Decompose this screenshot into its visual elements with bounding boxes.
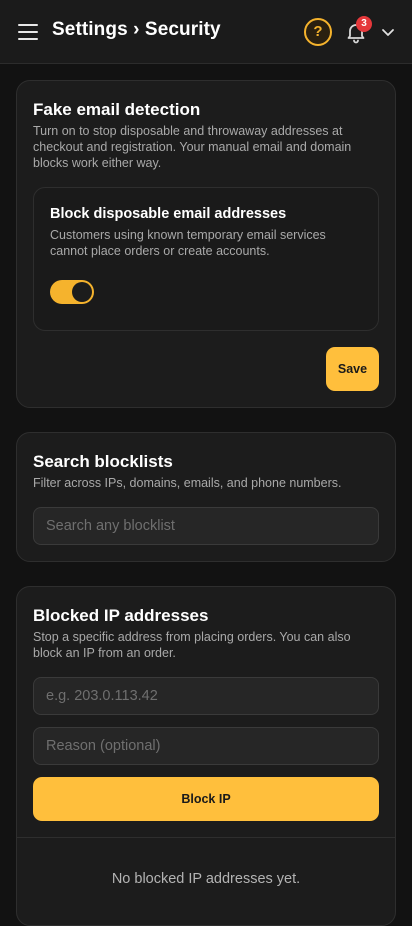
card-description: Turn on to stop disposable and throwaway… — [33, 124, 352, 170]
save-button[interactable]: Save — [326, 347, 379, 391]
disposable-email-toggle[interactable] — [50, 280, 94, 304]
card-title: Blocked IP addresses — [33, 606, 209, 625]
top-bar: Settings › Security ? 3 — [0, 0, 412, 64]
setting-description: Customers using known temporary email se… — [50, 228, 326, 258]
search-blocklists-card: Search blocklists Filter across IPs, dom… — [16, 432, 396, 562]
card-title: Search blocklists — [33, 452, 173, 471]
toggle-knob — [72, 282, 92, 302]
page-title: Settings › Security — [52, 19, 221, 40]
help-icon[interactable]: ? — [304, 18, 332, 46]
chevron-down-icon[interactable] — [380, 24, 396, 40]
fake-email-card: Fake email detection Turn on to stop dis… — [16, 80, 396, 408]
menu-icon[interactable] — [18, 23, 38, 41]
reason-input[interactable]: Reason (optional) — [33, 727, 379, 765]
card-description: Stop a specific address from placing ord… — [33, 630, 351, 660]
empty-state: No blocked IP addresses yet. — [111, 871, 301, 887]
blocked-ip-card: Blocked IP addresses Stop a specific add… — [16, 586, 396, 926]
ip-address-input[interactable]: e.g. 203.0.113.42 — [33, 677, 379, 715]
setting-title: Block disposable email addresses — [50, 206, 287, 222]
search-input[interactable]: Search any blocklist — [33, 507, 379, 545]
notification-badge: 3 — [356, 16, 372, 32]
disposable-email-setting: Block disposable email addresses Custome… — [33, 187, 379, 331]
card-description: Filter across IPs, domains, emails, and … — [33, 476, 342, 490]
divider — [17, 837, 395, 838]
card-title: Fake email detection — [33, 100, 201, 119]
block-ip-button[interactable]: Block IP — [33, 777, 379, 821]
